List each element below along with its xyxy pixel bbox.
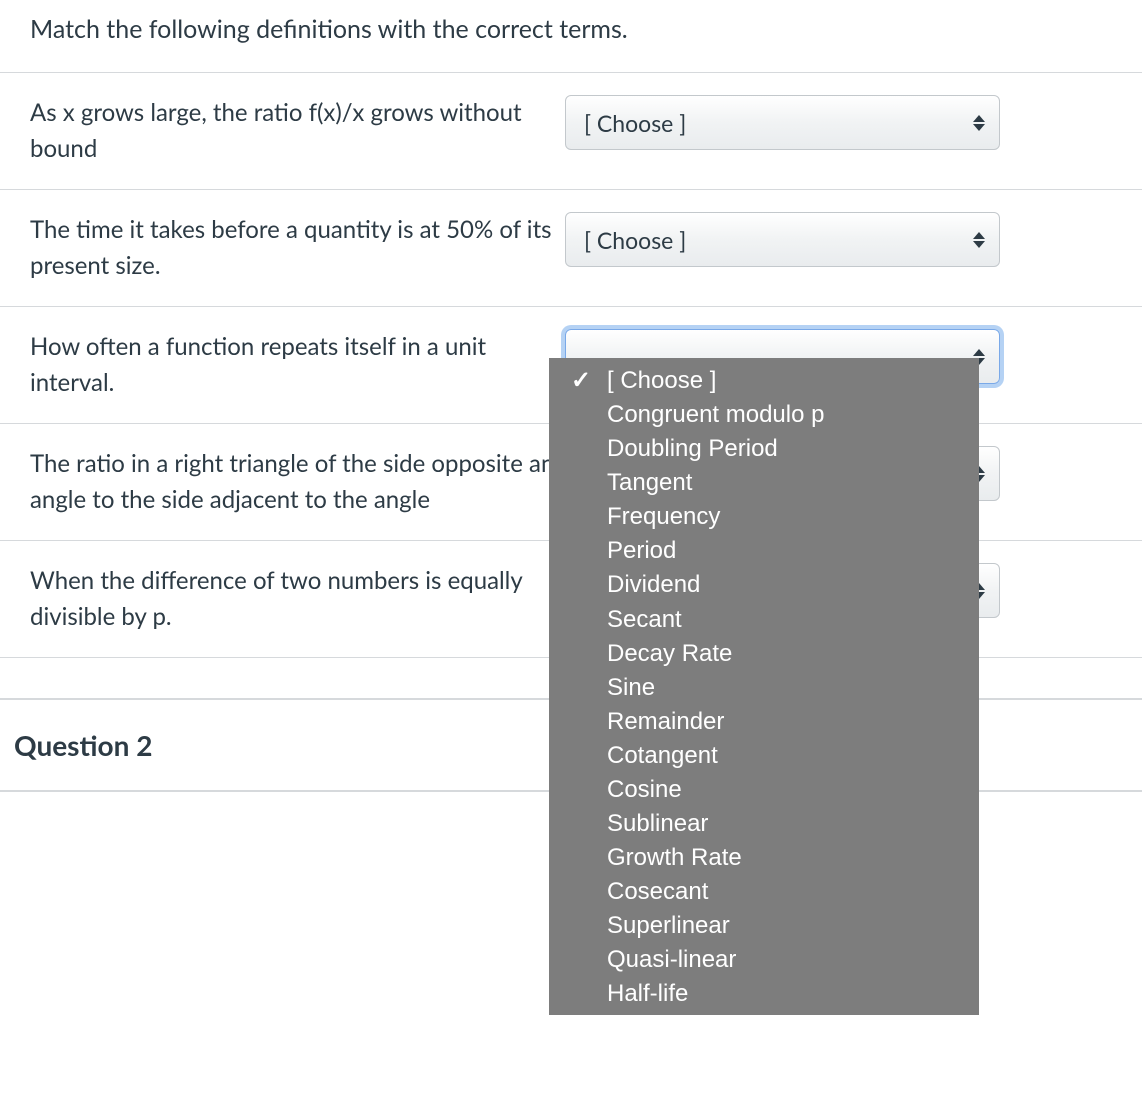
definition-text: The ratio in a right triangle of the sid…: [30, 446, 565, 518]
dropdown-option[interactable]: Superlinear: [549, 909, 979, 943]
dropdown-option[interactable]: Remainder: [549, 705, 979, 739]
dropdown-option[interactable]: Dividend: [549, 568, 979, 602]
dropdown-option[interactable]: Tangent: [549, 466, 979, 500]
dropdown-option[interactable]: Congruent modulo p: [549, 398, 979, 432]
select-arrows-icon: [973, 115, 985, 131]
select-arrows-icon: [973, 232, 985, 248]
dropdown-option[interactable]: Doubling Period: [549, 432, 979, 466]
dropdown-option[interactable]: Cotangent: [549, 739, 979, 773]
dropdown-option[interactable]: Half-life: [549, 977, 979, 1011]
dropdown-option[interactable]: Quasi-linear: [549, 943, 979, 977]
question-prompt: Match the following definitions with the…: [0, 0, 1142, 72]
definition-text: The time it takes before a quantity is a…: [30, 212, 565, 284]
dropdown-option[interactable]: Secant: [549, 603, 979, 637]
dropdown-option[interactable]: Frequency: [549, 500, 979, 534]
select-value: [ Choose ]: [584, 226, 686, 254]
dropdown-option[interactable]: Period: [549, 534, 979, 568]
dropdown-option[interactable]: Sublinear: [549, 807, 979, 841]
select-value: [ Choose ]: [584, 109, 686, 137]
dropdown-option[interactable]: Cosine: [549, 773, 979, 807]
definition-text: As x grows large, the ratio f(x)/x grows…: [30, 95, 565, 167]
dropdown-option[interactable]: Sine: [549, 671, 979, 705]
dropdown-option[interactable]: Growth Rate: [549, 841, 979, 875]
dropdown-option[interactable]: [ Choose ]: [549, 364, 979, 398]
term-select[interactable]: [ Choose ]: [565, 212, 1000, 267]
dropdown-option[interactable]: Decay Rate: [549, 637, 979, 671]
definition-text: How often a function repeats itself in a…: [30, 329, 565, 401]
dropdown-option[interactable]: Cosecant: [549, 875, 979, 909]
dropdown-menu[interactable]: [ Choose ]Congruent modulo pDoubling Per…: [549, 358, 979, 1015]
definition-text: When the difference of two numbers is eq…: [30, 563, 565, 635]
matching-row: As x grows large, the ratio f(x)/x grows…: [0, 72, 1142, 189]
term-select[interactable]: [ Choose ]: [565, 95, 1000, 150]
matching-row: The time it takes before a quantity is a…: [0, 189, 1142, 306]
